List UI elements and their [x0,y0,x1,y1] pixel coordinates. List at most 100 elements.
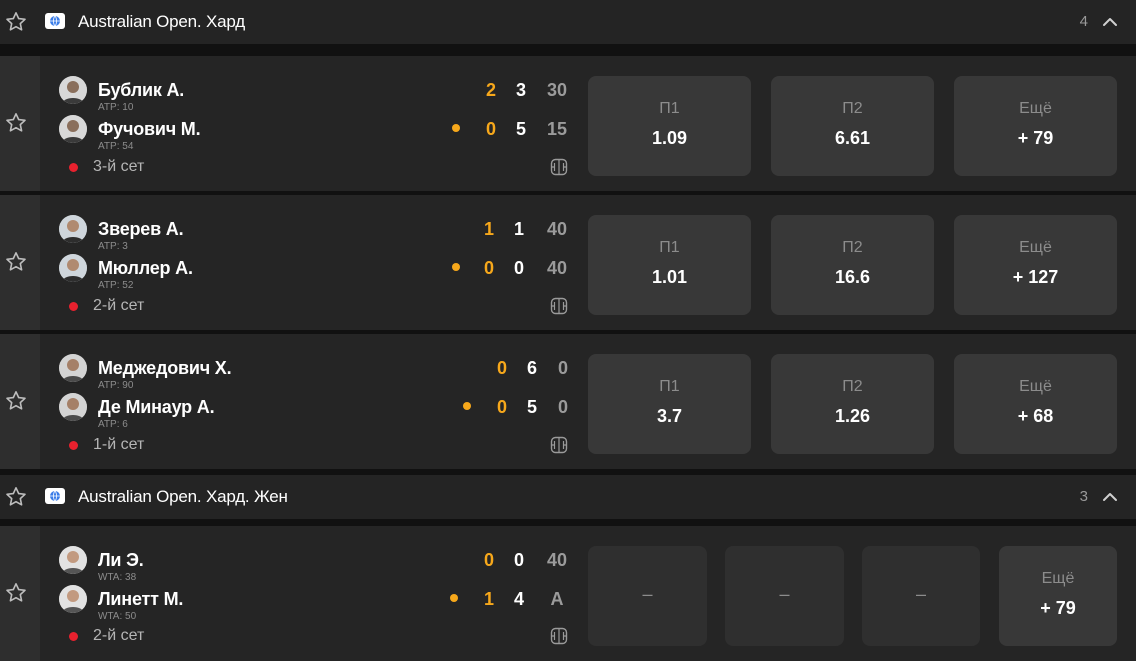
odd-button-p2[interactable]: П2 6.61 [771,76,934,176]
chevron-up-icon[interactable] [1100,487,1120,507]
serve-indicator-icon [452,124,460,132]
more-markets-button[interactable]: Ещё + 68 [954,354,1117,454]
odd-button-unavailable: – [725,546,844,646]
odd-value: 3.7 [656,406,683,426]
match-count: 4 [1079,13,1088,30]
tennis-court-icon[interactable] [550,158,568,176]
player-avatar [59,215,87,243]
match-status: 2-й сет [93,627,145,644]
live-indicator-icon [69,302,78,311]
odd-value: 1.09 [651,128,688,148]
player-rank: ATP: 10 [98,102,134,113]
match-row[interactable]: Меджедович Х. ATP: 90 Де Минаур А. ATP: … [0,334,1136,469]
chevron-up-icon[interactable] [1100,12,1120,32]
player-name: Бублик А. [98,80,185,100]
player-rank: WTA: 38 [98,572,137,583]
player-rank: ATP: 6 [98,419,128,430]
sets-score: 0 [483,550,494,570]
odd-dash: – [642,584,653,604]
star-outline-icon[interactable] [4,389,28,413]
match-count: 3 [1079,488,1088,505]
globe-icon [45,488,65,504]
points-score: 0 [557,358,568,378]
odd-button-p1[interactable]: П1 1.09 [588,76,751,176]
star-outline-icon[interactable] [4,10,28,34]
player-avatar [59,393,87,421]
player-rank: ATP: 54 [98,141,134,152]
player-name: Мюллер А. [98,258,193,278]
odd-label: Ещё [1019,378,1052,395]
league-header-australian-open[interactable]: Australian Open. Хард 4 [0,0,1136,44]
odd-label: П1 [659,378,680,395]
favorite-column [0,56,40,191]
odd-button-p2[interactable]: П2 1.26 [771,354,934,454]
points-score: 40 [546,258,568,278]
games-score: 5 [526,397,537,417]
tennis-court-icon[interactable] [550,436,568,454]
odd-label: Ещё [1019,100,1052,117]
odd-button-unavailable: – [862,546,980,646]
odd-button-p1[interactable]: П1 3.7 [588,354,751,454]
odd-value: + 127 [1012,267,1059,287]
star-outline-icon[interactable] [4,485,28,509]
match-row[interactable]: Ли Э. WTA: 38 Линетт М. WTA: 50 2-й сет … [0,526,1136,661]
player-avatar [59,76,87,104]
games-score: 0 [513,258,524,278]
tennis-court-icon[interactable] [550,627,568,645]
tennis-court-icon[interactable] [550,297,568,315]
odd-label: П2 [842,239,863,256]
globe-icon [45,13,65,29]
league-header-australian-open-women[interactable]: Australian Open. Хард. Жен 3 [0,475,1136,519]
odd-button-unavailable: – [588,546,707,646]
player-rank: ATP: 52 [98,280,134,291]
player-rank: ATP: 3 [98,241,128,252]
player-name: Линетт М. [98,589,184,609]
points-score: 15 [546,119,568,139]
player-name: Зверев А. [98,219,184,239]
points-score: 40 [546,550,568,570]
games-score: 5 [515,119,526,139]
odd-label: П2 [842,100,863,117]
favorite-column [0,195,40,330]
more-markets-button[interactable]: Ещё + 127 [954,215,1117,315]
odd-label: Ещё [1041,570,1075,587]
match-status: 3-й сет [93,158,145,175]
sets-score: 1 [483,219,494,239]
player-avatar [59,354,87,382]
match-row[interactable]: Бублик А. ATP: 10 Фучович М. ATP: 54 3-й… [0,56,1136,191]
odd-label: Ещё [1019,239,1052,256]
sets-score: 0 [483,258,494,278]
player-name: Ли Э. [98,550,144,570]
more-markets-button[interactable]: Ещё + 79 [954,76,1117,176]
points-score: 0 [557,397,568,417]
odd-value: + 79 [1017,128,1054,148]
odd-value: + 68 [1017,406,1054,426]
match-status: 1-й сет [93,436,145,453]
live-indicator-icon [69,163,78,172]
player-name: Де Минаур А. [98,397,215,417]
sets-score: 0 [485,119,496,139]
match-row[interactable]: Зверев А. ATP: 3 Мюллер А. ATP: 52 2-й с… [0,195,1136,330]
player-avatar [59,546,87,574]
player-name: Меджедович Х. [98,358,232,378]
odd-label: П1 [659,100,680,117]
serve-indicator-icon [450,594,458,602]
star-outline-icon[interactable] [4,111,28,135]
odd-dash: – [779,584,790,604]
points-score: 30 [546,80,568,100]
player-rank: WTA: 50 [98,611,137,622]
favorite-column [0,526,40,661]
odd-button-p1[interactable]: П1 1.01 [588,215,751,315]
sets-score: 0 [496,397,507,417]
player-avatar [59,585,87,613]
serve-indicator-icon [452,263,460,271]
odd-value: 16.6 [834,267,871,287]
star-outline-icon[interactable] [4,581,28,605]
odd-label: П1 [659,239,680,256]
more-markets-button[interactable]: Ещё + 79 [999,546,1117,646]
points-score: A [550,589,564,609]
odd-value: 1.01 [651,267,688,287]
serve-indicator-icon [463,402,471,410]
odd-button-p2[interactable]: П2 16.6 [771,215,934,315]
star-outline-icon[interactable] [4,250,28,274]
